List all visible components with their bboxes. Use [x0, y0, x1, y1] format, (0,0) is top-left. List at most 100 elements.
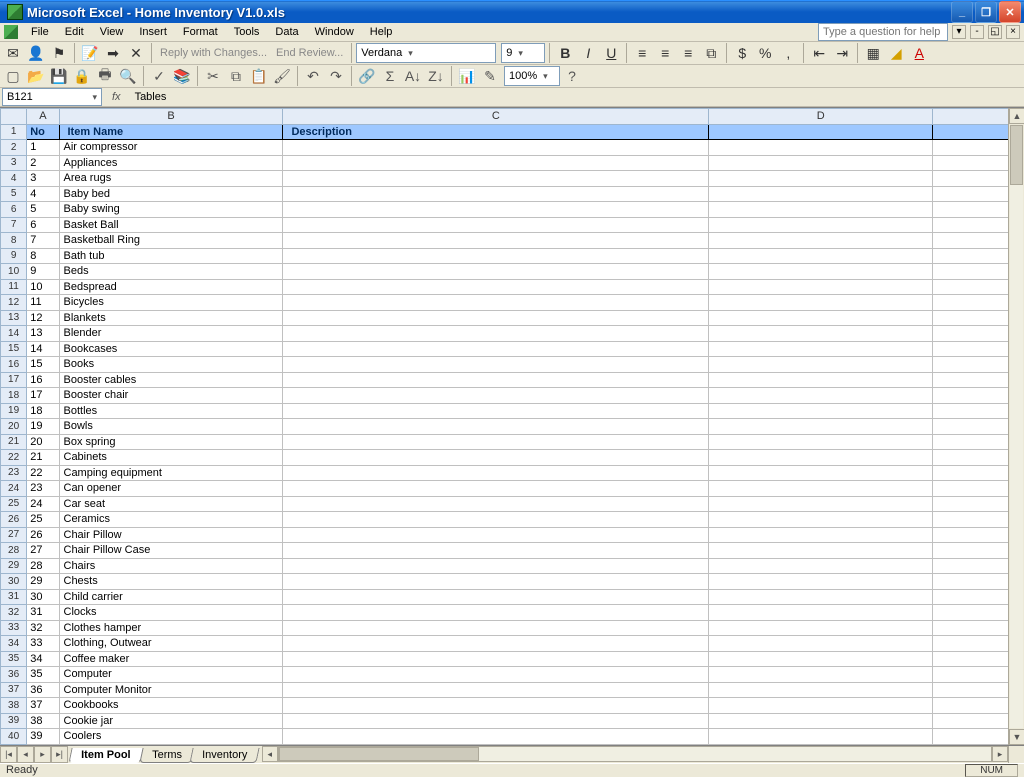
sheet-tab[interactable]: Item Pool: [68, 748, 143, 763]
cell[interactable]: [709, 713, 933, 729]
row-header[interactable]: 37: [1, 682, 27, 698]
cell-description[interactable]: [283, 496, 709, 512]
cell[interactable]: [933, 295, 1008, 311]
scroll-right-icon[interactable]: ▸: [992, 746, 1008, 762]
cell-item-name[interactable]: Chests: [59, 574, 283, 590]
cell-item-name[interactable]: Blankets: [59, 310, 283, 326]
cell-item-name[interactable]: Clocks: [59, 605, 283, 621]
cell-description[interactable]: [283, 636, 709, 652]
cell-description[interactable]: [283, 527, 709, 543]
cell-description[interactable]: [283, 558, 709, 574]
cell-item-name[interactable]: Books: [59, 357, 283, 373]
row-header[interactable]: 24: [1, 481, 27, 497]
row-header[interactable]: 11: [1, 279, 27, 295]
cell-no[interactable]: 31: [27, 605, 59, 621]
scroll-up-icon[interactable]: ▲: [1009, 108, 1024, 124]
cell[interactable]: [709, 310, 933, 326]
percent-button[interactable]: %: [754, 42, 776, 64]
grid[interactable]: A B C D 1NoItem NameDescription21Air com…: [0, 108, 1008, 745]
print-preview-icon[interactable]: 🔍: [117, 65, 139, 87]
font-color-button[interactable]: A: [908, 42, 930, 64]
cell-description[interactable]: [283, 310, 709, 326]
cell-no[interactable]: 35: [27, 667, 59, 683]
row-header[interactable]: 2: [1, 140, 27, 156]
cell-no[interactable]: 34: [27, 651, 59, 667]
menu-format[interactable]: Format: [176, 24, 225, 40]
col-header-c[interactable]: C: [283, 109, 709, 125]
row-header[interactable]: 18: [1, 388, 27, 404]
autosum-icon[interactable]: Σ: [379, 65, 401, 87]
row-header[interactable]: 5: [1, 186, 27, 202]
row-header[interactable]: 35: [1, 651, 27, 667]
cell[interactable]: [933, 713, 1008, 729]
cell-no[interactable]: 13: [27, 326, 59, 342]
cell[interactable]: [933, 527, 1008, 543]
cell-no[interactable]: 4: [27, 186, 59, 202]
align-left-button[interactable]: ≡: [631, 42, 653, 64]
cell[interactable]: [709, 589, 933, 605]
cell[interactable]: [933, 651, 1008, 667]
chart-wizard-icon[interactable]: 📊: [456, 65, 478, 87]
row-header[interactable]: 1: [1, 124, 27, 140]
cell[interactable]: [933, 450, 1008, 466]
row-header[interactable]: 3: [1, 155, 27, 171]
cell-no[interactable]: 2: [27, 155, 59, 171]
cell[interactable]: [709, 419, 933, 435]
row-header[interactable]: 39: [1, 713, 27, 729]
cell-item-name[interactable]: Bicycles: [59, 295, 283, 311]
cell-item-name[interactable]: Ceramics: [59, 512, 283, 528]
cell[interactable]: [709, 574, 933, 590]
cell-item-name[interactable]: Chair Pillow Case: [59, 543, 283, 559]
cell[interactable]: [709, 279, 933, 295]
vscroll-thumb[interactable]: [1010, 125, 1023, 185]
row-header[interactable]: 8: [1, 233, 27, 249]
cell-description[interactable]: [283, 450, 709, 466]
cell-item-name[interactable]: Basket Ball: [59, 217, 283, 233]
cell[interactable]: [933, 558, 1008, 574]
cell[interactable]: [933, 496, 1008, 512]
cell[interactable]: [709, 186, 933, 202]
research-icon[interactable]: 📚: [171, 65, 193, 87]
cell-no[interactable]: 11: [27, 295, 59, 311]
merge-center-button[interactable]: ⧉: [700, 42, 722, 64]
fill-color-button[interactable]: ◢: [885, 42, 907, 64]
cell-no[interactable]: 29: [27, 574, 59, 590]
redo-icon[interactable]: ↷: [325, 65, 347, 87]
underline-button[interactable]: U: [600, 42, 622, 64]
cell-description[interactable]: [283, 217, 709, 233]
row-header[interactable]: 20: [1, 419, 27, 435]
align-right-button[interactable]: ≡: [677, 42, 699, 64]
cell-description[interactable]: [283, 295, 709, 311]
cell[interactable]: [933, 729, 1008, 745]
close-button[interactable]: ✕: [999, 1, 1021, 23]
col-header-d[interactable]: D: [709, 109, 933, 125]
cell-description[interactable]: [283, 620, 709, 636]
cell-item-name[interactable]: Beds: [59, 264, 283, 280]
cell-no[interactable]: 23: [27, 481, 59, 497]
tab-last-icon[interactable]: ▸|: [51, 746, 68, 763]
row-header[interactable]: 16: [1, 357, 27, 373]
cell-item-name[interactable]: Coolers: [59, 729, 283, 745]
cell[interactable]: [933, 589, 1008, 605]
cell-item-name[interactable]: Coffee maker: [59, 651, 283, 667]
cell[interactable]: [709, 605, 933, 621]
cell-no[interactable]: 16: [27, 372, 59, 388]
comma-button[interactable]: ,: [777, 42, 799, 64]
sheet-tab[interactable]: Terms: [139, 748, 194, 763]
cell-no[interactable]: 30: [27, 589, 59, 605]
cell-no[interactable]: 26: [27, 527, 59, 543]
cell[interactable]: [709, 341, 933, 357]
increase-indent-button[interactable]: ⇥: [831, 42, 853, 64]
cell-item-name[interactable]: Bowls: [59, 419, 283, 435]
cell-no[interactable]: 15: [27, 357, 59, 373]
cell-item-name[interactable]: Clothing, Outwear: [59, 636, 283, 652]
cell[interactable]: [709, 388, 933, 404]
cell-item-name[interactable]: Computer: [59, 667, 283, 683]
cell[interactable]: [709, 682, 933, 698]
cell-item-name[interactable]: Booster cables: [59, 372, 283, 388]
cell[interactable]: [933, 326, 1008, 342]
cell-item-name[interactable]: Camping equipment: [59, 465, 283, 481]
help-search-input[interactable]: [818, 23, 948, 41]
cell[interactable]: [709, 450, 933, 466]
cell-no[interactable]: 6: [27, 217, 59, 233]
